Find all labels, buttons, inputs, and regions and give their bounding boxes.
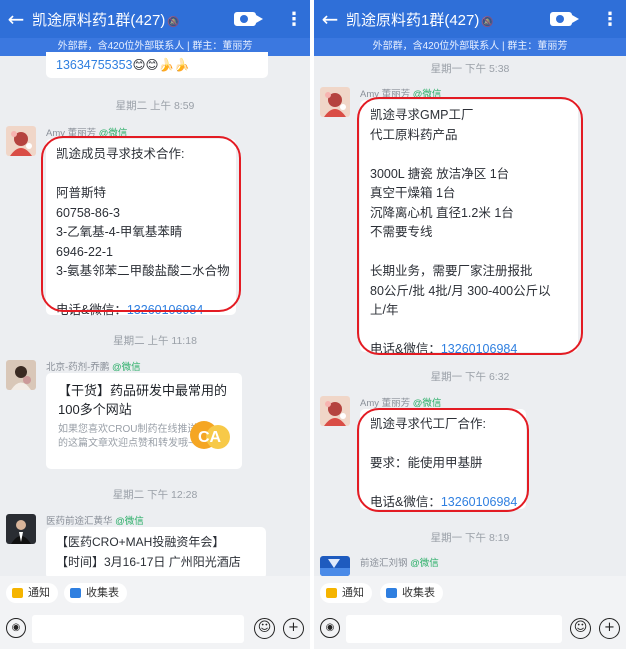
megaphone-icon [326, 588, 337, 598]
notice-button[interactable]: 通知 [320, 583, 372, 603]
voice-icon[interactable]: ◉ [320, 618, 340, 638]
voice-icon[interactable]: ◉ [6, 618, 26, 638]
video-call-icon[interactable] [550, 12, 579, 26]
input-bar: ◉ ☺ + [314, 609, 626, 649]
form-button[interactable]: 收集表 [380, 583, 443, 603]
more-icon[interactable]: ⋮ [284, 9, 304, 30]
timestamp: 星期二 下午 12:28 [112, 489, 198, 501]
chat-pane-left: ← 凯途原料药1群(427) 🔕 ⋮ 外部群，含420位外部联系人 | 群主：董丽… [0, 0, 310, 649]
article-description: 如果您喜欢CROU制药在线推送的这篇文章欢迎点赞和转发哦~ [58, 424, 198, 449]
timestamp: 星期二 上午 11:18 [113, 335, 197, 347]
plus-icon[interactable]: + [283, 618, 304, 639]
sender-name: 医药前途汇黄华 @微信 [46, 516, 144, 527]
emoji-icon[interactable]: ☺ [570, 618, 591, 639]
sender-name: 北京-药剂-乔鹏 @微信 [46, 362, 141, 373]
quick-actions-bar: 通知 收集表 [0, 576, 310, 610]
message-bubble-partial[interactable]: 13634755353😊😊🍌🍌 [46, 52, 268, 78]
megaphone-icon [12, 588, 23, 598]
highlight-ring [357, 97, 583, 355]
emoji-icon[interactable]: ☺ [254, 618, 275, 639]
video-call-icon[interactable] [234, 12, 263, 26]
avatar[interactable] [320, 396, 350, 426]
group-info-bar[interactable]: 外部群，含420位外部联系人 | 群主：董丽芳 [314, 38, 626, 56]
timestamp: 星期二 上午 8:59 [115, 100, 195, 112]
chat-title: 凯途原料药1群(427) 🔕 [32, 11, 180, 29]
form-icon [386, 588, 397, 598]
timestamp: 星期一 下午 5:38 [430, 63, 510, 75]
article-logo-icon: CA [188, 413, 232, 455]
avatar[interactable] [320, 87, 350, 117]
highlight-ring [357, 408, 529, 512]
title-bar: ← 凯途原料药1群(427) 🔕 ⋮ [0, 0, 310, 38]
more-icon[interactable]: ⋮ [600, 9, 620, 30]
chat-title: 凯途原料药1群(427) 🔕 [346, 11, 494, 29]
article-card[interactable]: 【干货】药品研发中最常用的100多个网站 如果您喜欢CROU制药在线推送的这篇文… [46, 373, 242, 469]
timestamp: 星期一 下午 8:19 [430, 532, 510, 544]
notice-button[interactable]: 通知 [6, 583, 58, 603]
message-input[interactable] [32, 615, 244, 643]
back-arrow-icon[interactable]: ← [0, 7, 32, 31]
back-arrow-icon[interactable]: ← [314, 7, 346, 31]
title-bar: ← 凯途原料药1群(427) 🔕 ⋮ [314, 0, 626, 38]
highlight-ring [41, 136, 241, 312]
timestamp: 星期一 下午 6:32 [430, 371, 510, 383]
sender-name: Amy 董丽芳 @微信 [360, 398, 442, 409]
message-input[interactable] [346, 615, 562, 643]
quick-actions-bar: 通知 收集表 [314, 576, 626, 610]
plus-icon[interactable]: + [599, 618, 620, 639]
message-bubble[interactable]: 【医药CRO+MAH投融资年会】 【时间】3月16-17日 广州阳光酒店 [46, 527, 266, 579]
avatar[interactable] [6, 514, 36, 544]
form-icon [70, 588, 81, 598]
svg-text:CA: CA [198, 429, 222, 446]
avatar[interactable] [6, 126, 36, 156]
sender-name: 前途汇刘钢 @微信 [360, 558, 439, 569]
avatar[interactable] [6, 360, 36, 390]
screenshot-root: ← 凯途原料药1群(427) 🔕 ⋮ 外部群，含420位外部联系人 | 群主：董丽… [0, 0, 626, 649]
form-button[interactable]: 收集表 [64, 583, 127, 603]
input-bar: ◉ ☺ + [0, 609, 310, 649]
avatar[interactable] [320, 556, 350, 576]
chat-pane-right: ← 凯途原料药1群(427) 🔕 ⋮ 外部群，含420位外部联系人 | 群主：董丽… [314, 0, 626, 649]
